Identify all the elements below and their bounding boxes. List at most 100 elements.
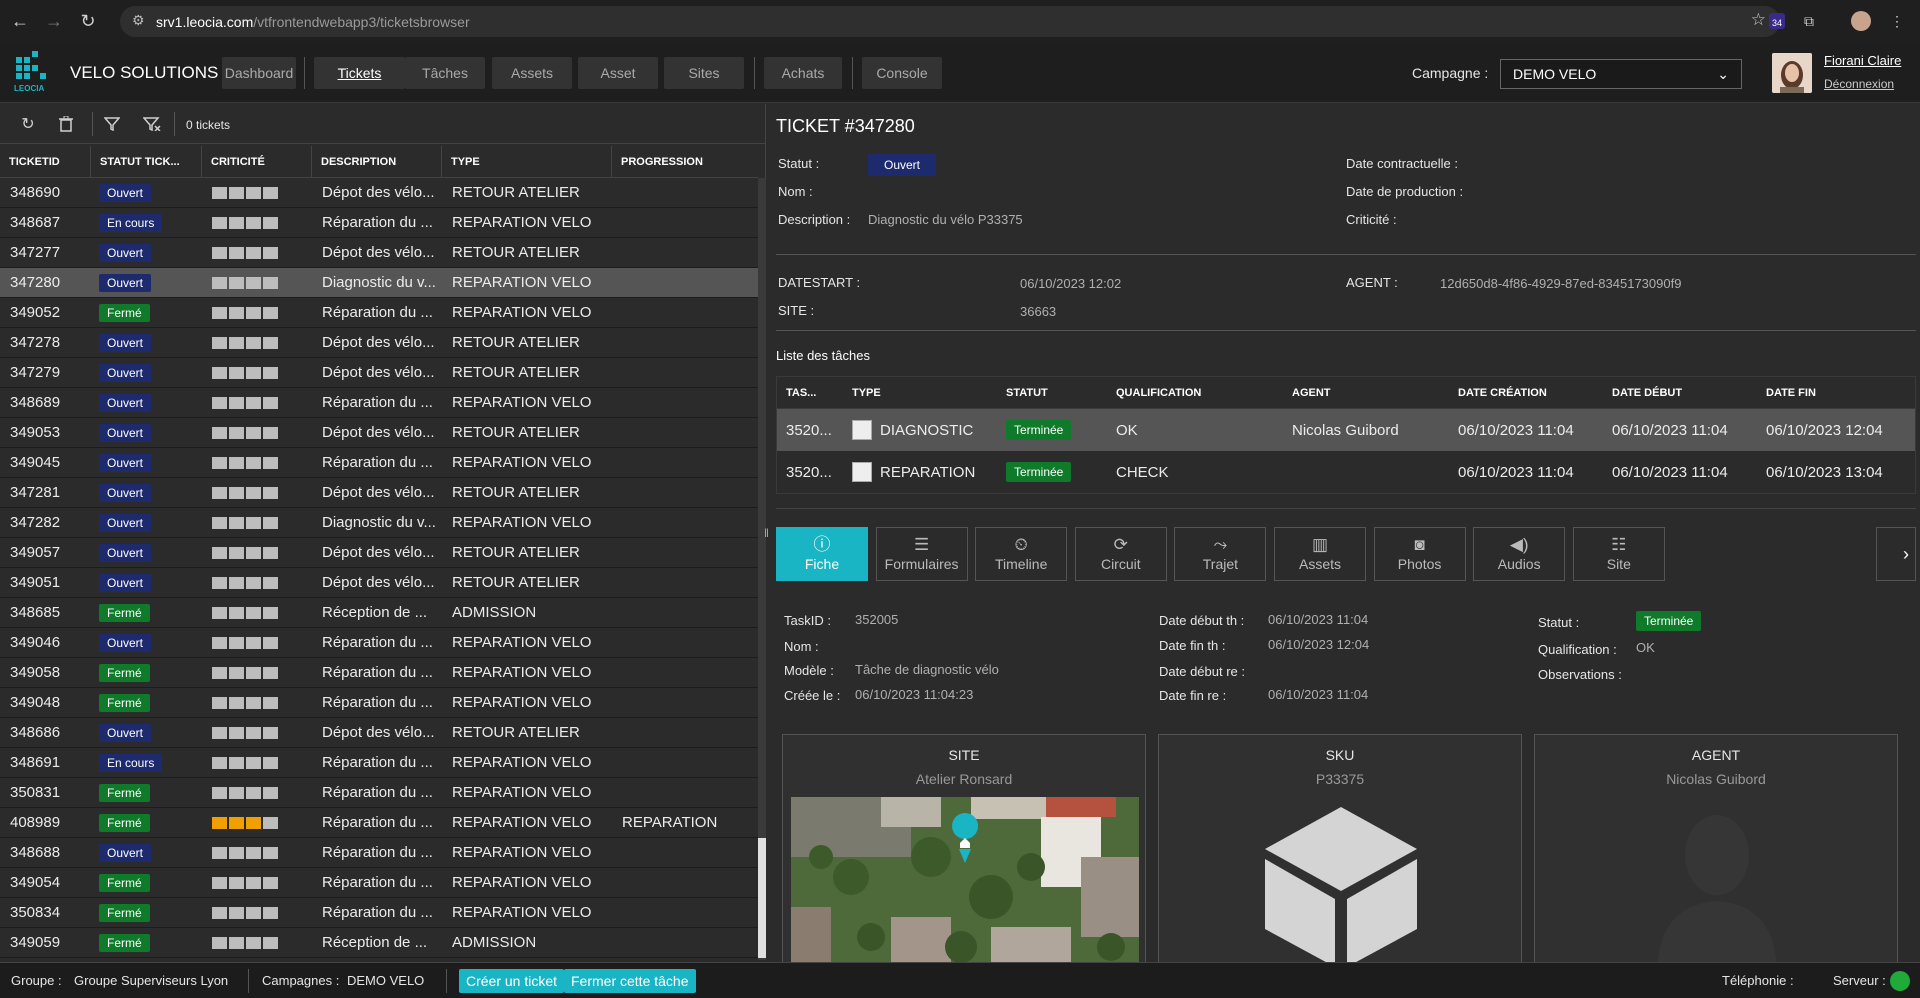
sku-card[interactable]: SKU P33375 — [1158, 734, 1522, 974]
table-row[interactable]: 347277 Ouvert Dépot des vélo... RETOUR ATEL… — [0, 238, 758, 268]
col-task-agent[interactable]: AGENT — [1283, 387, 1449, 399]
agent-card[interactable]: AGENT Nicolas Guibord — [1534, 734, 1898, 974]
table-row[interactable]: 348689 Ouvert Réparation du ... REPARATION … — [0, 388, 758, 418]
table-row[interactable]: 348685 Fermé Réception de ... ADMISSION — [0, 598, 758, 628]
table-row[interactable]: 347281 Ouvert Dépot des vélo... RETOUR ATEL… — [0, 478, 758, 508]
table-row[interactable]: 349054 Fermé Réparation du ... REPARATION V… — [0, 868, 758, 898]
tab-formulaires[interactable]: ☰ Formulaires — [875, 527, 968, 581]
criticity-bar — [202, 208, 312, 238]
col-criticite[interactable]: CRITICITÉ — [202, 146, 312, 178]
trash-icon[interactable] — [56, 114, 76, 134]
profile-avatar-icon[interactable] — [1848, 8, 1874, 34]
col-task-date-fin[interactable]: DATE FIN — [1757, 387, 1907, 399]
table-row[interactable]: 349057 Ouvert Dépot des vélo... RETOUR ATEL… — [0, 538, 758, 568]
reload-icon[interactable]: ↻ — [74, 8, 102, 36]
status-badge: Fermé — [99, 603, 150, 622]
status-badge: Fermé — [99, 693, 150, 712]
panel-splitter-handle[interactable]: ‖ — [764, 526, 772, 542]
col-type[interactable]: TYPE — [442, 146, 612, 178]
nav-tickets[interactable]: Tickets — [314, 57, 405, 89]
ticket-description: Dépot des vélo... — [322, 334, 435, 351]
tab-audios[interactable]: ◀) Audios — [1473, 527, 1566, 581]
ticket-progression — [612, 688, 758, 718]
table-row[interactable]: 349059 Fermé Réception de ... ADMISSION — [0, 928, 758, 958]
qualification-label: Qualification : — [1538, 642, 1617, 657]
extension-icon[interactable]: 34 — [1764, 8, 1790, 34]
tickets-scrollbar[interactable] — [758, 178, 766, 960]
table-row[interactable]: 349046 Ouvert Réparation du ... REPARATION … — [0, 628, 758, 658]
col-task-qualification[interactable]: QUALIFICATION — [1107, 387, 1283, 399]
table-row[interactable]: 349045 Ouvert Réparation du ... REPARATION … — [0, 448, 758, 478]
extensions-puzzle-icon[interactable]: ⧉ — [1796, 8, 1822, 34]
task-row[interactable]: 3520... REPARATION Terminée CHECK 06/10/2023… — [777, 451, 1915, 493]
tab-assets[interactable]: ▥ Assets — [1274, 527, 1366, 581]
col-progression[interactable]: PROGRESSION — [612, 146, 758, 178]
task-row[interactable]: 3520... DIAGNOSTIC Terminée OK Nicolas Guibo… — [777, 409, 1915, 451]
close-task-button[interactable]: Fermer cette tâche — [564, 969, 696, 993]
table-row[interactable]: 349053 Ouvert Dépot des vélo... RETOUR ATEL… — [0, 418, 758, 448]
table-row[interactable]: 348686 Ouvert Dépot des vélo... RETOUR ATEL… — [0, 718, 758, 748]
campagne-select[interactable]: DEMO VELO ⌄ — [1500, 59, 1742, 89]
site-card[interactable]: SITE Atelier Ronsard — [782, 734, 1146, 974]
task-nom-label: Nom : — [784, 639, 819, 654]
ticket-status-cell: Ouvert — [91, 538, 202, 568]
nav-console[interactable]: Console — [862, 57, 942, 89]
nav-sites[interactable]: Sites — [664, 57, 744, 89]
nav-assets[interactable]: Assets — [492, 57, 572, 89]
col-statut[interactable]: STATUT TICK... — [91, 146, 202, 178]
filter-icon[interactable] — [102, 114, 122, 134]
ticket-status-cell: Ouvert — [91, 358, 202, 388]
table-row[interactable]: 408989 Fermé Réparation du ... REPARATION V… — [0, 808, 758, 838]
tab-site[interactable]: ☷ Site — [1572, 527, 1665, 581]
nav-achats[interactable]: Achats — [764, 57, 842, 89]
col-task-date-debut[interactable]: DATE DÉBUT — [1603, 387, 1757, 399]
col-task-id[interactable]: TAS... — [777, 387, 843, 399]
table-row[interactable]: 347282 Ouvert Diagnostic du v... REPARATION… — [0, 508, 758, 538]
ticket-id: 349058 — [10, 664, 61, 681]
table-row[interactable]: 347280 Ouvert Diagnostic du v... REPARATION… — [0, 268, 758, 298]
tab-fiche[interactable]: ⓘ Fiche — [776, 527, 868, 581]
table-row[interactable]: 349058 Fermé Réparation du ... REPARATION V… — [0, 658, 758, 688]
site-map[interactable] — [791, 797, 1139, 967]
tasks-table: TAS... TYPE STATUT QUALIFICATION AGENT D… — [776, 376, 1916, 494]
col-description[interactable]: DESCRIPTION — [312, 146, 442, 178]
tab-timeline[interactable]: ⏲ Timeline — [975, 527, 1068, 581]
table-row[interactable]: 347278 Ouvert Dépot des vélo... RETOUR ATEL… — [0, 328, 758, 358]
table-row[interactable]: 347279 Ouvert Dépot des vélo... RETOUR ATEL… — [0, 358, 758, 388]
tab-trajet[interactable]: ⤳ Trajet — [1174, 527, 1267, 581]
table-row[interactable]: 348690 Ouvert Dépot des vélo... RETOUR ATEL… — [0, 178, 758, 208]
table-row[interactable]: 349052 Fermé Réparation du ... REPARATION V… — [0, 298, 758, 328]
nav-dashboard[interactable]: Dashboard — [222, 57, 296, 89]
table-row[interactable]: 348687 En cours Réparation du ... REPARATIO… — [0, 208, 758, 238]
refresh-icon[interactable]: ↻ — [18, 114, 38, 134]
browser-menu-icon[interactable]: ⋮ — [1884, 8, 1910, 34]
ticket-description: Réparation du ... — [322, 304, 433, 321]
table-row[interactable]: 350831 Fermé Réparation du ... REPARATION V… — [0, 778, 758, 808]
forward-icon[interactable]: → — [40, 8, 68, 36]
table-row[interactable]: 349051 Ouvert Dépot des vélo... RETOUR ATEL… — [0, 568, 758, 598]
address-bar[interactable]: ⚙ srv1.leocia.com/vtfrontendwebapp3/tick… — [120, 6, 1780, 37]
col-task-date-creation[interactable]: DATE CRÉATION — [1449, 387, 1603, 399]
nav-asset[interactable]: Asset — [578, 57, 658, 89]
scroll-thumb[interactable] — [758, 838, 766, 958]
logout-link[interactable]: Déconnexion — [1824, 77, 1894, 91]
site-info-icon[interactable]: ⚙ — [132, 12, 145, 29]
table-row[interactable]: 349048 Fermé Réparation du ... REPARATION V… — [0, 688, 758, 718]
back-icon[interactable]: ← — [6, 8, 34, 36]
col-ticketid[interactable]: TICKETID — [0, 146, 91, 178]
tabs-next-icon[interactable]: › — [1876, 527, 1916, 581]
criticity-bar — [202, 268, 312, 298]
col-task-statut[interactable]: STATUT — [997, 387, 1107, 399]
nav-taches[interactable]: Tâches — [405, 57, 485, 89]
table-row[interactable]: 348691 En cours Réparation du ... REPARATIO… — [0, 748, 758, 778]
user-name[interactable]: Fiorani Claire — [1824, 53, 1901, 68]
table-row[interactable]: 350834 Fermé Réparation du ... REPARATION V… — [0, 898, 758, 928]
tab-photos[interactable]: ◙ Photos — [1373, 527, 1466, 581]
clear-filter-icon[interactable] — [142, 114, 162, 134]
table-row[interactable]: 348688 Ouvert Réparation du ... REPARATION … — [0, 838, 758, 868]
create-ticket-button[interactable]: Créer un ticket — [459, 969, 565, 993]
tab-circuit[interactable]: ⟳ Circuit — [1074, 527, 1167, 581]
user-avatar[interactable] — [1772, 53, 1812, 93]
col-task-type[interactable]: TYPE — [843, 387, 997, 399]
ticket-type: REPARATION VELO — [452, 904, 592, 921]
